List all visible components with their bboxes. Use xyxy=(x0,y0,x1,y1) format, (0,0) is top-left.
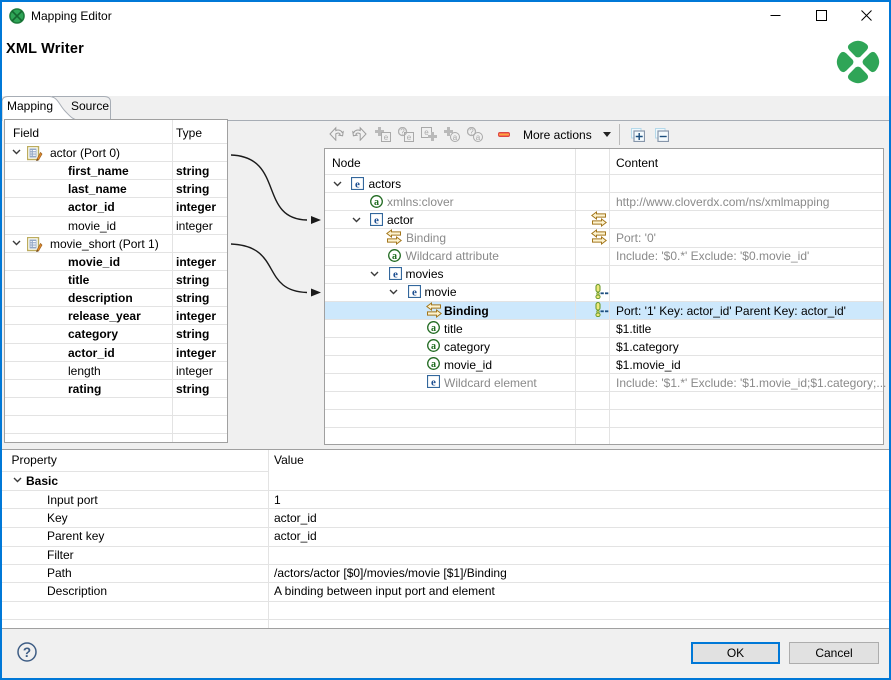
svg-text:a: a xyxy=(453,133,458,142)
svg-text:e: e xyxy=(384,133,389,142)
svg-text:?: ? xyxy=(23,645,31,660)
svg-text:a: a xyxy=(476,133,481,142)
svg-text:e: e xyxy=(431,377,436,389)
svg-text:a: a xyxy=(392,251,397,262)
svg-text:a: a xyxy=(431,323,436,334)
svg-text:a: a xyxy=(431,359,436,370)
svg-text:e: e xyxy=(412,287,417,299)
svg-text:e: e xyxy=(374,215,379,227)
svg-text:e: e xyxy=(355,179,360,191)
svg-text:e: e xyxy=(393,269,398,281)
svg-text:e: e xyxy=(407,133,412,142)
svg-text:a: a xyxy=(374,197,379,208)
svg-text:a: a xyxy=(431,341,436,352)
